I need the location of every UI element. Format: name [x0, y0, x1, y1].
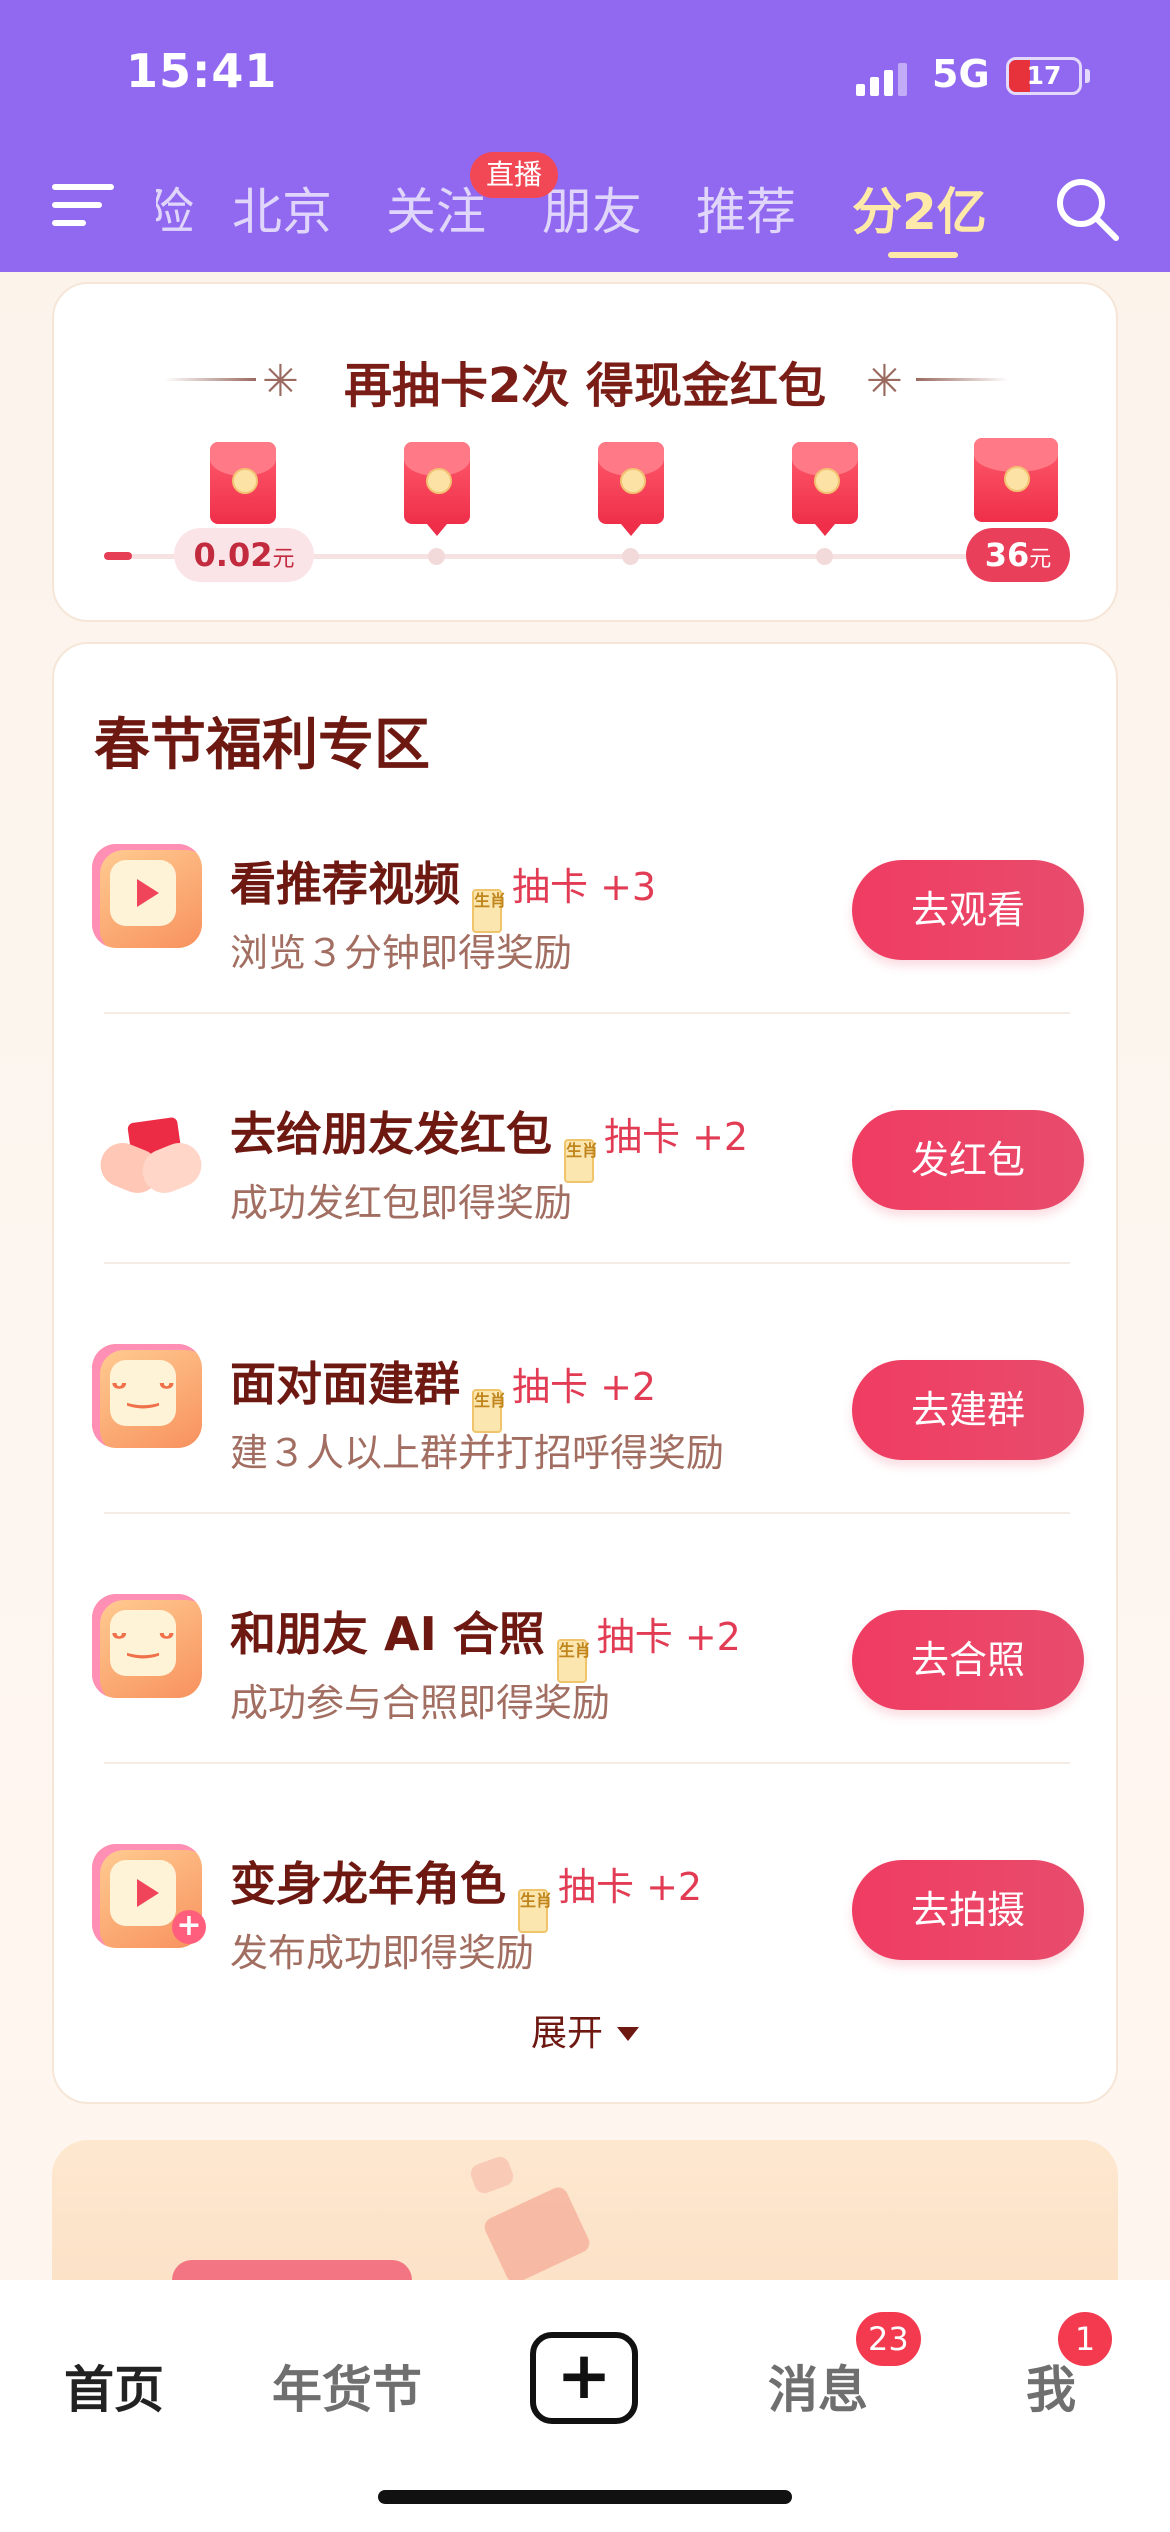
tab-friends[interactable]: 朋友	[542, 172, 642, 244]
progress-fill	[104, 552, 132, 560]
tab-share-2yi[interactable]: 分2亿	[852, 172, 987, 244]
welfare-panel: 春节福利专区 看推荐视频 生肖 抽卡 +3 浏览３分钟即得奖励 去观看 去给朋友发红…	[52, 642, 1118, 2104]
task-draw-reward: 抽卡 +2	[512, 1365, 657, 1409]
me-badge: 1	[1058, 2312, 1112, 2366]
task-draw-reward: 抽卡 +2	[604, 1115, 749, 1159]
draw-card-title: 再抽卡2次 得现金红包	[343, 358, 827, 414]
watch-button[interactable]: 去观看	[852, 860, 1084, 960]
red-packet-hands-icon	[92, 1094, 209, 1200]
menu-icon[interactable]	[52, 180, 114, 230]
group-faces-icon: ᵕ‿ᵕ	[92, 1344, 202, 1448]
red-packet-icon	[598, 442, 664, 524]
battery-level: 17	[1026, 61, 1062, 90]
divider	[104, 1262, 1070, 1264]
task-row: ᵕ‿ᵕ 面对面建群 生肖 抽卡 +2 建３人以上群并打招呼得奖励 去建群	[54, 1304, 1120, 1554]
messages-badge: 23	[856, 2312, 921, 2366]
draw-card-panel: ✳ 再抽卡2次 得现金红包 ✳ 0.02元 36元	[52, 282, 1118, 622]
title-deco-line-right	[916, 378, 1008, 381]
nav-messages[interactable]: 消息	[768, 2350, 868, 2422]
progress-node	[428, 548, 445, 565]
task-title: 去给朋友发红包 生肖 抽卡 +2	[230, 1098, 748, 1183]
top-header: 15:41 5G 17 险 北京 关注 朋友 推荐 分2亿 直播	[0, 0, 1170, 272]
firework-icon: ✳	[866, 356, 903, 407]
task-title: 看推荐视频 生肖 抽卡 +3	[230, 848, 656, 933]
task-subtitle: 成功发红包即得奖励	[230, 1181, 573, 1225]
task-draw-reward: 抽卡 +2	[558, 1865, 703, 1909]
task-row: 去给朋友发红包 生肖 抽卡 +2 成功发红包即得奖励 发红包	[54, 1054, 1120, 1304]
tab-partial[interactable]: 险	[156, 172, 194, 244]
task-draw-reward: 抽卡 +3	[512, 865, 657, 909]
live-badge: 直播	[470, 152, 558, 198]
network-type: 5G	[932, 52, 990, 96]
send-red-packet-button[interactable]: 发红包	[852, 1110, 1084, 1210]
red-packet-pointer	[621, 524, 641, 536]
red-packet-pointer	[427, 524, 447, 536]
caret-down-icon	[617, 2027, 639, 2041]
divider	[104, 1012, 1070, 1014]
group-photo-button[interactable]: 去合照	[852, 1610, 1084, 1710]
task-subtitle: 发布成功即得奖励	[230, 1931, 535, 1975]
red-packet-icon	[404, 442, 470, 524]
task-title: 面对面建群 生肖 抽卡 +2	[230, 1348, 656, 1433]
task-draw-reward: 抽卡 +2	[596, 1615, 741, 1659]
nav-festival[interactable]: 年货节	[272, 2350, 422, 2422]
search-icon[interactable]	[1052, 174, 1122, 244]
task-title: 变身龙年角色 生肖 抽卡 +2	[230, 1848, 702, 1933]
shoot-button[interactable]: 去拍摄	[852, 1860, 1084, 1960]
tab-beijing[interactable]: 北京	[232, 172, 332, 244]
cellular-signal-icon	[856, 62, 908, 96]
task-subtitle: 成功参与合照即得奖励	[230, 1681, 611, 1725]
task-subtitle: 建３人以上群并打招呼得奖励	[230, 1431, 725, 1475]
task-subtitle: 浏览３分钟即得奖励	[230, 931, 573, 975]
divider	[104, 1762, 1070, 1764]
status-time: 15:41	[126, 44, 278, 98]
divider	[104, 1512, 1070, 1514]
create-plus-button[interactable]: +	[530, 2332, 638, 2424]
active-tab-underline	[888, 252, 958, 258]
battery-icon: 17	[1006, 57, 1082, 95]
group-faces-icon: ᵕ‿ᵕ	[92, 1594, 202, 1698]
battery-nub	[1085, 69, 1090, 83]
progress-node	[622, 548, 639, 565]
start-amount-pill: 0.02元	[174, 528, 314, 582]
task-row: ᵕ‿ᵕ 和朋友 AI 合照 生肖 抽卡 +2 成功参与合照即得奖励 去合照	[54, 1554, 1120, 1804]
task-title: 和朋友 AI 合照 生肖 抽卡 +2	[230, 1598, 741, 1683]
end-amount-pill: 36元	[966, 528, 1070, 582]
video-plus-icon: +	[92, 1844, 206, 1948]
big-red-packet-icon	[974, 438, 1058, 522]
play-video-icon	[92, 844, 202, 948]
nav-home[interactable]: 首页	[64, 2350, 164, 2422]
tab-recommend[interactable]: 推荐	[696, 172, 796, 244]
progress-node	[816, 548, 833, 565]
red-packet-icon	[792, 442, 858, 524]
expand-toggle[interactable]: 展开	[54, 2004, 1116, 2056]
task-row: 看推荐视频 生肖 抽卡 +3 浏览３分钟即得奖励 去观看	[54, 804, 1120, 1054]
welfare-section-title: 春节福利专区	[94, 713, 430, 778]
red-packet-pointer	[815, 524, 835, 536]
home-indicator	[378, 2490, 792, 2504]
create-group-button[interactable]: 去建群	[852, 1360, 1084, 1460]
red-packet-icon	[210, 442, 276, 524]
